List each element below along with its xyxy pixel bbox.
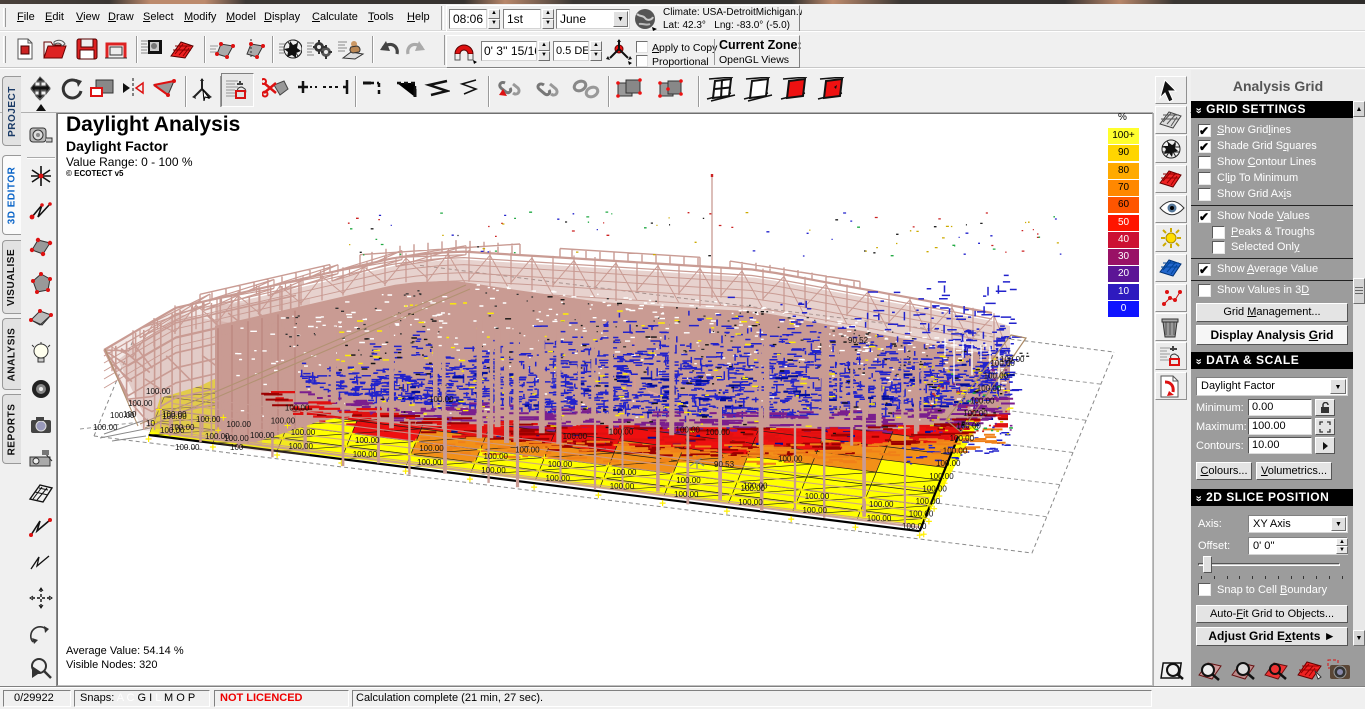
svg-text:100.00: 100.00 xyxy=(429,395,454,404)
svg-text:100.00: 100.00 xyxy=(676,476,701,485)
svg-text:100.00: 100.00 xyxy=(956,422,981,431)
svg-text:100.00: 100.00 xyxy=(970,397,995,406)
svg-text:100.00: 100.00 xyxy=(175,443,200,452)
svg-text:100.00: 100.00 xyxy=(902,522,927,531)
svg-text:100.00: 100.00 xyxy=(803,506,828,515)
svg-text:100.00: 100.00 xyxy=(515,445,540,454)
svg-text:100.00: 100.00 xyxy=(916,497,941,506)
svg-text:100.00: 100.00 xyxy=(977,384,1002,393)
svg-text:100.00: 100.00 xyxy=(548,460,573,469)
svg-text:100: 100 xyxy=(123,410,137,419)
svg-text:100.00: 100.00 xyxy=(984,371,1009,380)
svg-text:100.00: 100.00 xyxy=(484,452,509,461)
svg-text:100.00: 100.00 xyxy=(674,490,699,499)
svg-text:100.00: 100.00 xyxy=(936,459,961,468)
svg-text:100.00: 100.00 xyxy=(170,423,195,432)
svg-text:100.00: 100.00 xyxy=(743,482,768,491)
svg-text:100.00: 100.00 xyxy=(250,431,275,440)
svg-text:100.00: 100.00 xyxy=(943,447,968,456)
svg-text:100.00: 100.00 xyxy=(481,466,506,475)
svg-text:100.00: 100.00 xyxy=(289,442,314,451)
svg-text:100.00: 100.00 xyxy=(417,458,442,467)
svg-text:100.00: 100.00 xyxy=(146,387,171,396)
svg-text:100.00: 100.00 xyxy=(227,420,252,429)
svg-text:100.00: 100.00 xyxy=(563,432,588,441)
svg-text:100.00: 100.00 xyxy=(291,428,316,437)
svg-text:10: 10 xyxy=(146,419,155,428)
svg-text:100.00: 100.00 xyxy=(929,472,954,481)
svg-text:100.00: 100.00 xyxy=(922,484,947,493)
svg-text:100.00: 100.00 xyxy=(738,498,763,507)
svg-text:100.00: 100.00 xyxy=(353,450,378,459)
svg-text:100.00: 100.00 xyxy=(355,436,380,445)
svg-text:100.00: 100.00 xyxy=(869,500,894,509)
svg-text:100.00: 100.00 xyxy=(162,410,187,419)
svg-text:100.00: 100.00 xyxy=(419,444,444,453)
svg-text:100.00: 100.00 xyxy=(1000,355,1025,364)
svg-text:100.00: 100.00 xyxy=(610,482,635,491)
svg-text:100.00: 100.00 xyxy=(706,428,731,437)
svg-text:100.00: 100.00 xyxy=(546,474,571,483)
svg-text:100.00: 100.00 xyxy=(909,510,934,519)
svg-text:100.00: 100.00 xyxy=(196,415,221,424)
svg-text:100.00: 100.00 xyxy=(285,404,310,413)
svg-text:100.00: 100.00 xyxy=(271,417,296,426)
svg-text:100.00: 100.00 xyxy=(205,432,230,441)
svg-text:100.00: 100.00 xyxy=(778,454,803,463)
svg-text:100.00: 100.00 xyxy=(950,434,975,443)
svg-text:100.00: 100.00 xyxy=(676,425,701,434)
svg-text:100.00: 100.00 xyxy=(128,399,153,408)
svg-text:100.00: 100.00 xyxy=(93,423,118,432)
svg-text:100: 100 xyxy=(230,443,244,452)
svg-text:100.00: 100.00 xyxy=(612,468,637,477)
svg-text:100.00: 100.00 xyxy=(867,514,892,523)
svg-text:90.52: 90.52 xyxy=(848,336,869,345)
svg-text:100.00: 100.00 xyxy=(963,409,988,418)
svg-text:100.00: 100.00 xyxy=(805,492,830,501)
svg-text:90.53: 90.53 xyxy=(714,460,735,469)
svg-text:100.00: 100.00 xyxy=(609,428,634,437)
